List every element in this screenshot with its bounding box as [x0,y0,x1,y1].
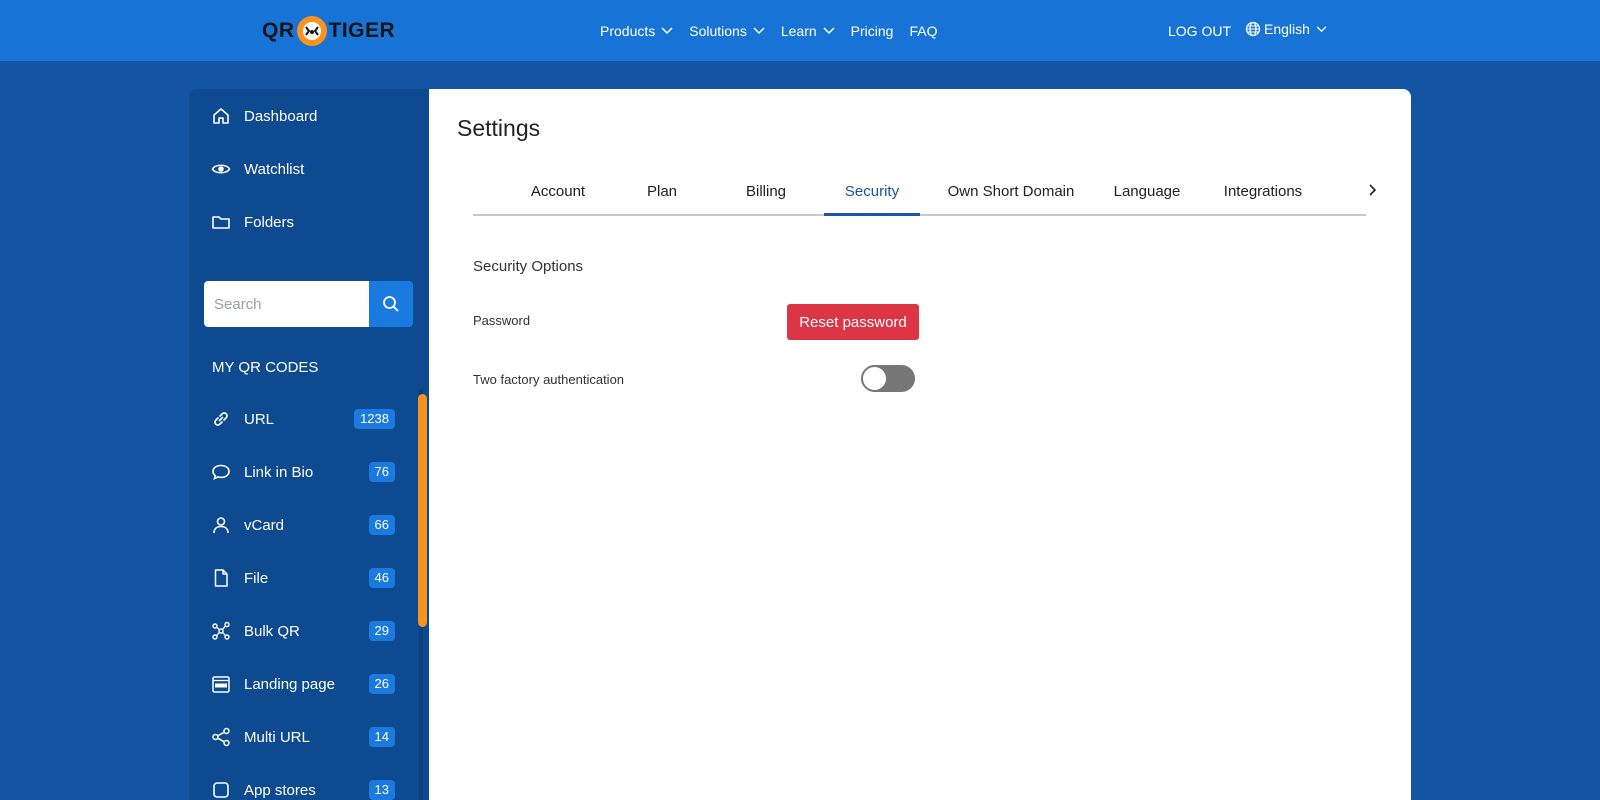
language-label: English [1264,21,1310,37]
chevron-down-icon [753,26,765,34]
qr-type-label: Link in Bio [244,463,314,481]
qr-count-badge: 1238 [354,409,395,429]
qr-count-badge: 76 [368,462,395,482]
nav-learn[interactable]: Learn [781,23,835,39]
logout-link[interactable]: LOG OUT [1168,23,1231,39]
chevron-down-icon [1316,25,1327,32]
sidebar: Dashboard Watchlist Folders MY QR CODES … [189,89,429,800]
folder-icon [212,216,230,229]
qr-type-label: File [244,569,269,587]
qr-count-badge: 46 [368,568,395,588]
nav-faq-label: FAQ [909,22,938,39]
nav-pricing-label: Pricing [850,22,894,39]
qr-tiger-logo[interactable]: QR TIGER [262,14,395,48]
app-icon [211,780,231,800]
main-nav: Products Solutions Learn Pricing FAQ [600,0,953,61]
share-icon [211,727,231,747]
nav-solutions[interactable]: Solutions [689,23,765,39]
sidebar-item-dashboard[interactable]: Dashboard [211,106,317,126]
qr-count-badge: 29 [368,621,395,641]
link-icon [211,409,231,429]
qr-count-badge: 13 [368,780,395,800]
sidebar-item-label: Folders [244,213,295,231]
nav-products-label: Products [600,22,656,39]
tab-billing[interactable]: Billing [725,166,807,216]
network-icon [211,621,231,641]
settings-panel: Settings Account Plan Billing Security O… [429,89,1411,800]
tab-plan[interactable]: Plan [622,166,702,216]
qr-type-label: Multi URL [244,728,310,746]
language-selector[interactable]: English [1245,21,1327,37]
sidebar-item-bulk-qr[interactable]: Bulk QR 29 [211,621,395,641]
sidebar-item-url[interactable]: URL 1238 [211,409,395,429]
tab-integrations[interactable]: Integrations [1208,166,1318,216]
tab-security[interactable]: Security [824,166,920,216]
nav-products[interactable]: Products [600,23,673,39]
settings-tabs: Account Plan Billing Security Own Short … [473,166,1377,216]
toggle-knob [863,367,886,390]
sidebar-item-multi-url[interactable]: Multi URL 14 [211,727,395,747]
qr-type-label: App stores [244,781,316,799]
sidebar-item-label: Watchlist [244,160,305,178]
eye-icon [211,164,231,174]
qr-type-label: Landing page [244,675,335,693]
sidebar-item-label: Dashboard [244,107,318,125]
security-options-heading: Security Options [473,258,584,275]
two-factor-label: Two factory authentication [473,372,625,387]
html-file-icon [211,674,231,694]
qr-count-badge: 66 [368,515,395,535]
tab-account[interactable]: Account [517,166,599,216]
qr-count-badge: 14 [368,727,395,747]
chat-bubble-icon [211,462,231,482]
sidebar-item-watchlist[interactable]: Watchlist [211,159,304,179]
tab-own-short-domain[interactable]: Own Short Domain [936,166,1086,216]
qr-type-label: URL [244,410,275,428]
chevron-down-icon [823,26,835,34]
home-icon [213,108,229,124]
globe-icon [1245,21,1261,37]
nav-learn-label: Learn [780,22,817,39]
sidebar-search [204,281,413,327]
tiger-logo-icon [296,16,327,46]
sidebar-item-folders[interactable]: Folders [211,212,294,232]
reset-password-button[interactable]: Reset password [787,304,919,340]
top-navbar: QR TIGER Products Solutions Learn Pricin… [0,0,1600,61]
sidebar-item-vcard[interactable]: vCard 66 [211,515,395,535]
qr-type-label: vCard [244,516,285,534]
sidebar-item-link-in-bio[interactable]: Link in Bio 76 [211,462,395,482]
nav-pricing[interactable]: Pricing [851,23,894,39]
person-icon [211,515,231,535]
sidebar-item-landing-page[interactable]: Landing page 26 [211,674,395,694]
tab-language[interactable]: Language [1103,166,1191,216]
nav-solutions-label: Solutions [689,22,747,39]
logo-text-qr: QR [262,19,295,42]
page-title: Settings [457,115,541,141]
nav-faq[interactable]: FAQ [909,23,937,39]
chevron-right-icon[interactable] [1366,183,1378,197]
sidebar-scrollbar[interactable] [418,394,427,627]
password-label: Password [473,313,531,328]
chevron-down-icon [661,26,673,34]
my-qr-codes-heading: MY QR CODES [212,359,319,376]
file-icon [211,568,231,588]
sidebar-item-app-stores[interactable]: App stores 13 [211,780,395,800]
qr-type-label: Bulk QR [244,622,300,640]
qr-count-badge: 26 [368,674,395,694]
two-factor-toggle[interactable] [861,365,915,392]
search-button[interactable] [369,281,413,327]
sidebar-item-file[interactable]: File 46 [211,568,395,588]
search-icon [383,296,399,312]
search-input[interactable] [204,281,369,327]
logo-text-tiger: TIGER [328,19,396,42]
active-tab-underline [824,213,920,216]
